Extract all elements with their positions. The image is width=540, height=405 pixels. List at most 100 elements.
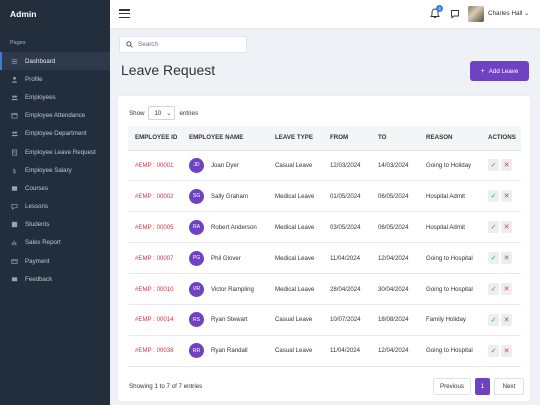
- sidebar-item-label: Students: [25, 221, 50, 229]
- approve-check-icon[interactable]: ✓: [488, 344, 499, 357]
- entries-select[interactable]: 10 ⌄: [148, 106, 176, 120]
- user-name: Charles Hall: [488, 10, 523, 17]
- list-icon: [10, 184, 18, 192]
- employee-name-cell: JD Joan Dyer: [182, 150, 268, 182]
- employee-initials-avatar: JD: [189, 157, 204, 173]
- page-1-button[interactable]: 1: [475, 378, 490, 395]
- column-header[interactable]: REASON: [419, 126, 481, 151]
- employee-name-cell: SG Sally Graham: [182, 180, 268, 213]
- employee-name-cell: PG Phil Glover: [182, 242, 268, 275]
- search-input[interactable]: [138, 41, 238, 48]
- sidebar-item-employee-salary[interactable]: $ Employee Salary: [0, 161, 110, 179]
- leave-from: 28/04/2024: [323, 273, 371, 305]
- table-row: #EMP : 00005 RA Robert Anderson Medical Lea…: [128, 211, 521, 244]
- leave-type: Medical Leave: [268, 211, 323, 244]
- sidebar-item-employees[interactable]: Employees: [0, 88, 110, 106]
- leave-from: 03/05/2024: [323, 211, 371, 244]
- reject-x-icon[interactable]: ✕: [501, 190, 512, 203]
- search-icon: [126, 41, 133, 48]
- reject-x-icon[interactable]: ✕: [501, 252, 512, 265]
- employee-id[interactable]: #EMP : 00014: [128, 304, 182, 336]
- employee-id[interactable]: #EMP : 00005: [128, 211, 182, 244]
- approve-check-icon[interactable]: ✓: [488, 159, 499, 172]
- approve-check-icon[interactable]: ✓: [488, 313, 499, 326]
- sidebar-item-label: Employees: [25, 93, 56, 101]
- next-page-button[interactable]: Next: [494, 378, 524, 395]
- messages-icon[interactable]: [450, 9, 460, 19]
- leave-reason: Family Holiday: [419, 304, 481, 336]
- approve-check-icon[interactable]: ✓: [488, 283, 499, 295]
- reject-x-icon[interactable]: ✕: [501, 221, 512, 234]
- user-avatar[interactable]: [468, 6, 484, 22]
- bar-chart-icon: [10, 239, 18, 247]
- column-header[interactable]: FROM: [323, 126, 371, 151]
- notification-bell-icon[interactable]: 4: [430, 5, 443, 19]
- users-icon: [10, 130, 18, 138]
- column-header[interactable]: LEAVE TYPE: [268, 126, 323, 151]
- sidebar-item-payment[interactable]: Payment: [0, 252, 110, 270]
- employee-name: Joan Dyer: [211, 161, 239, 169]
- actions-cell: ✓ ✕: [481, 242, 521, 275]
- column-header[interactable]: ACTIONS: [481, 126, 521, 151]
- plus-icon: +: [480, 67, 485, 75]
- sidebar-item-employee-attendance[interactable]: Employee Attendance: [0, 107, 110, 125]
- leave-type: Medical Leave: [268, 242, 323, 275]
- leave-table-card: Show 10 ⌄ entries EMPLOYEE ID EMPLOYEE NAM…: [118, 96, 530, 401]
- calendar-icon: [10, 112, 18, 120]
- employee-id[interactable]: #EMP : 00002: [128, 180, 182, 213]
- sidebar: Admin Pages Dashboard Profile Employees Emp…: [0, 0, 110, 405]
- employee-id[interactable]: #EMP : 00010: [128, 273, 182, 305]
- menu-toggle-icon[interactable]: [119, 9, 130, 19]
- employee-id[interactable]: #EMP : 00001: [128, 150, 182, 182]
- column-header[interactable]: EMPLOYEE NAME: [182, 126, 268, 151]
- employee-initials-avatar: SG: [189, 188, 204, 204]
- leave-to: 12/04/2024: [371, 242, 419, 275]
- leave-type: Casual Leave: [268, 150, 323, 182]
- reject-x-icon[interactable]: ✕: [501, 283, 512, 295]
- leave-from: 10/07/2024: [323, 304, 371, 336]
- employee-id[interactable]: #EMP : 00007: [128, 242, 182, 275]
- sidebar-item-students[interactable]: Students: [0, 216, 110, 234]
- table-row: #EMP : 00007 PG Phil Glover Medical Leave 11…: [128, 242, 521, 275]
- leave-type: Medical Leave: [268, 180, 323, 213]
- sidebar-item-label: Payment: [25, 257, 50, 265]
- sidebar-item-employee-department[interactable]: Employee Department: [0, 125, 110, 143]
- add-leave-button[interactable]: + Add Leave: [470, 61, 529, 81]
- message-icon: [10, 275, 18, 283]
- approve-check-icon[interactable]: ✓: [488, 221, 499, 234]
- sidebar-item-employee-leave-request[interactable]: Employee Leave Request: [0, 143, 110, 161]
- chevron-down-icon: ⌄: [166, 109, 172, 117]
- brand-title[interactable]: Admin: [0, 0, 110, 28]
- sidebar-item-dashboard[interactable]: Dashboard: [0, 52, 110, 71]
- sidebar-item-label: Profile: [25, 75, 43, 83]
- sidebar-item-lessons[interactable]: Lessons: [0, 198, 110, 216]
- user-menu[interactable]: Charles Hall ⌄: [488, 10, 529, 17]
- employee-initials-avatar: PG: [189, 250, 204, 266]
- sidebar-item-profile[interactable]: Profile: [0, 70, 110, 88]
- card-icon: [10, 257, 18, 265]
- entries-value: 10: [154, 109, 162, 117]
- leave-to: 14/03/2024: [371, 150, 419, 182]
- sidebar-item-feedback[interactable]: Feedback: [0, 270, 110, 288]
- column-header[interactable]: TO: [371, 126, 419, 151]
- sidebar-item-sales-report[interactable]: Sales Report: [0, 234, 110, 252]
- approve-check-icon[interactable]: ✓: [488, 252, 499, 265]
- sidebar-item-courses[interactable]: Courses: [0, 179, 110, 197]
- reject-x-icon[interactable]: ✕: [501, 313, 512, 326]
- employee-initials-avatar: RS: [189, 312, 204, 328]
- leave-type: Casual Leave: [268, 304, 323, 336]
- sidebar-section-label: Pages: [10, 40, 26, 46]
- employee-name-cell: RS Ryan Stewart: [182, 304, 268, 336]
- previous-page-button[interactable]: Previous: [433, 378, 471, 395]
- sidebar-item-label: Lessons: [25, 203, 49, 211]
- leave-type: Medical Leave: [268, 273, 323, 305]
- search-box: [119, 36, 247, 53]
- approve-check-icon[interactable]: ✓: [488, 190, 499, 203]
- employee-name-cell: VR Victor Rampling: [182, 273, 268, 305]
- reject-x-icon[interactable]: ✕: [501, 344, 512, 357]
- reject-x-icon[interactable]: ✕: [501, 159, 512, 172]
- column-header[interactable]: EMPLOYEE ID: [128, 126, 182, 151]
- sidebar-item-label: Feedback: [25, 275, 53, 283]
- sidebar-item-label: Courses: [25, 184, 49, 192]
- employee-id[interactable]: #EMP : 00038: [128, 335, 182, 367]
